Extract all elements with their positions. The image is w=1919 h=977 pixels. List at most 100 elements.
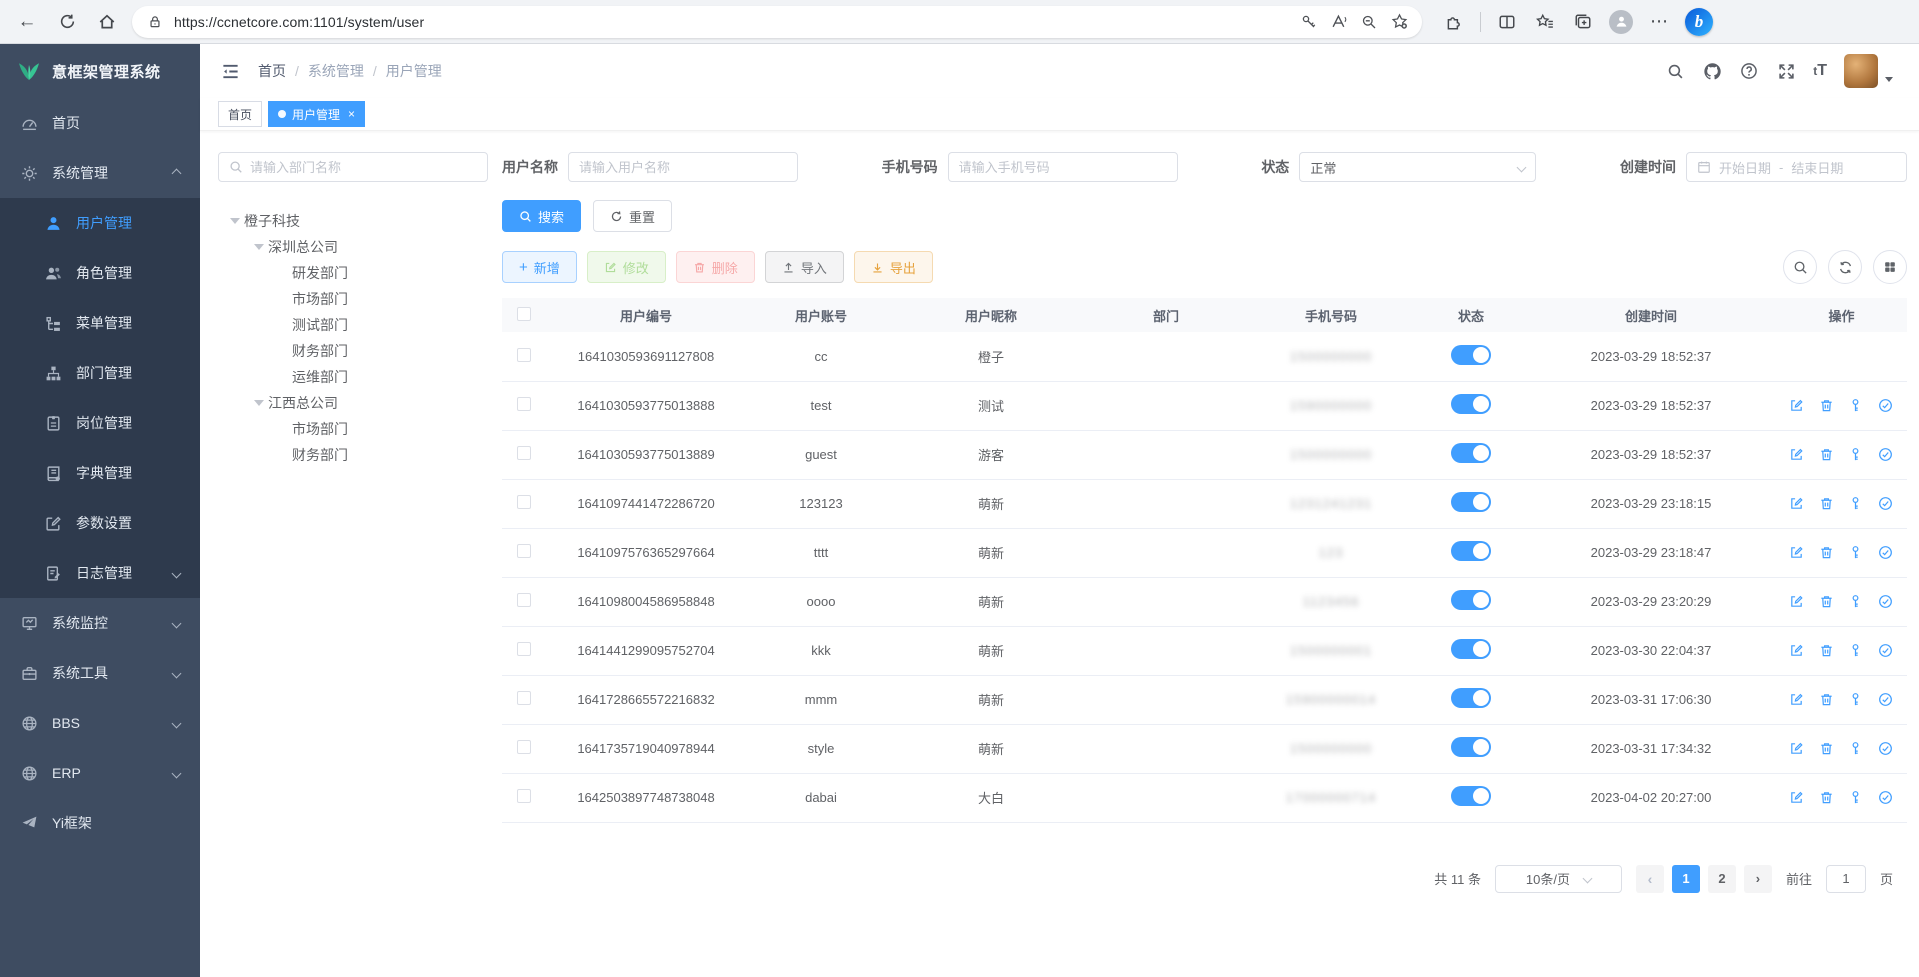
collections-icon[interactable] [1571, 10, 1595, 34]
reset-password-key-icon[interactable] [1848, 398, 1864, 414]
sidebar-item-system-monitor[interactable]: 系统监控 [0, 598, 200, 648]
reset-password-key-icon[interactable] [1848, 447, 1864, 463]
sidebar-item-log-management[interactable]: 日志管理 [0, 548, 200, 598]
split-screen-icon[interactable] [1495, 10, 1519, 34]
date-range-picker[interactable]: 开始日期 - 结束日期 [1686, 152, 1907, 182]
edit-icon[interactable] [1789, 692, 1805, 708]
status-toggle[interactable] [1451, 639, 1491, 659]
sidebar-item-system-management[interactable]: 系统管理 [0, 148, 200, 198]
sidebar-item-user-management[interactable]: 用户管理 [0, 198, 200, 248]
more-menu-icon[interactable]: ⋯ [1647, 10, 1671, 34]
delete-button[interactable]: 删除 [676, 251, 755, 283]
breadcrumb-home[interactable]: 首页 [258, 61, 286, 81]
sidebar-item-yi-framework[interactable]: Yi框架 [0, 798, 200, 848]
status-toggle[interactable] [1451, 786, 1491, 806]
reset-password-key-icon[interactable] [1848, 692, 1864, 708]
help-icon[interactable] [1739, 61, 1759, 81]
select-all-checkbox[interactable] [517, 307, 531, 321]
edit-icon[interactable] [1789, 643, 1805, 659]
zoom-out-icon[interactable] [1358, 11, 1380, 33]
sidebar-item-home[interactable]: 首页 [0, 98, 200, 148]
tree-expand-caret-icon[interactable] [250, 244, 268, 250]
reset-password-key-icon[interactable] [1848, 594, 1864, 610]
font-size-icon[interactable]: tT [1813, 62, 1827, 80]
row-checkbox[interactable] [517, 642, 531, 656]
show-search-button[interactable] [1783, 250, 1817, 284]
reset-password-key-icon[interactable] [1848, 496, 1864, 512]
row-checkbox[interactable] [517, 348, 531, 362]
reset-password-key-icon[interactable] [1848, 741, 1864, 757]
edit-icon[interactable] [1789, 545, 1805, 561]
assign-role-check-icon[interactable] [1878, 398, 1894, 414]
tree-node[interactable]: 江西总公司 [218, 390, 488, 416]
delete-icon[interactable] [1819, 594, 1835, 610]
tree-node[interactable]: 财务部门 [218, 442, 488, 468]
sidebar-item-department-management[interactable]: 部门管理 [0, 348, 200, 398]
tree-node[interactable]: 测试部门 [218, 312, 488, 338]
search-button[interactable]: 搜索 [502, 200, 581, 232]
assign-role-check-icon[interactable] [1878, 594, 1894, 610]
refresh-table-button[interactable] [1828, 250, 1862, 284]
site-lock-icon[interactable] [144, 11, 166, 33]
tree-node[interactable]: 深圳总公司 [218, 234, 488, 260]
tab-user-management[interactable]: 用户管理 × [268, 101, 365, 127]
edit-button[interactable]: 修改 [587, 251, 666, 283]
goto-page-input[interactable] [1826, 865, 1866, 893]
status-toggle[interactable] [1451, 394, 1491, 414]
sidebar-item-erp[interactable]: ERP [0, 748, 200, 798]
sidebar-item-post-management[interactable]: 岗位管理 [0, 398, 200, 448]
search-icon[interactable] [1665, 61, 1685, 81]
reset-password-key-icon[interactable] [1848, 545, 1864, 561]
delete-icon[interactable] [1819, 447, 1835, 463]
sidebar-item-bbs[interactable]: BBS [0, 698, 200, 748]
row-checkbox[interactable] [517, 495, 531, 509]
edit-icon[interactable] [1789, 790, 1805, 806]
delete-icon[interactable] [1819, 741, 1835, 757]
tab-close-icon[interactable]: × [348, 107, 355, 121]
page-button-2[interactable]: 2 [1708, 865, 1736, 893]
fullscreen-icon[interactable] [1776, 61, 1796, 81]
row-checkbox[interactable] [517, 789, 531, 803]
delete-icon[interactable] [1819, 790, 1835, 806]
avatar-caret-icon[interactable] [1885, 77, 1893, 82]
edit-icon[interactable] [1789, 594, 1805, 610]
sidebar-item-role-management[interactable]: 角色管理 [0, 248, 200, 298]
sidebar-item-system-tools[interactable]: 系统工具 [0, 648, 200, 698]
reset-password-key-icon[interactable] [1848, 790, 1864, 806]
row-checkbox[interactable] [517, 691, 531, 705]
favorite-star-icon[interactable] [1388, 11, 1410, 33]
tree-node[interactable]: 运维部门 [218, 364, 488, 390]
assign-role-check-icon[interactable] [1878, 692, 1894, 708]
row-checkbox[interactable] [517, 446, 531, 460]
tree-node[interactable]: 橙子科技 [218, 208, 488, 234]
row-checkbox[interactable] [517, 544, 531, 558]
page-button-1[interactable]: 1 [1672, 865, 1700, 893]
browser-profile-icon[interactable] [1609, 10, 1633, 34]
department-search-box[interactable] [218, 152, 488, 182]
tree-node[interactable]: 财务部门 [218, 338, 488, 364]
assign-role-check-icon[interactable] [1878, 545, 1894, 561]
extensions-icon[interactable] [1442, 10, 1466, 34]
edit-icon[interactable] [1789, 741, 1805, 757]
tree-node[interactable]: 研发部门 [218, 260, 488, 286]
favorites-bar-icon[interactable] [1533, 10, 1557, 34]
edit-icon[interactable] [1789, 447, 1805, 463]
status-toggle[interactable] [1451, 590, 1491, 610]
row-checkbox[interactable] [517, 593, 531, 607]
address-bar[interactable]: https://ccnetcore.com:1101/system/user [132, 6, 1422, 38]
status-toggle[interactable] [1451, 541, 1491, 561]
assign-role-check-icon[interactable] [1878, 643, 1894, 659]
delete-icon[interactable] [1819, 398, 1835, 414]
assign-role-check-icon[interactable] [1878, 790, 1894, 806]
password-key-icon[interactable] [1298, 11, 1320, 33]
status-toggle[interactable] [1451, 345, 1491, 365]
browser-back-button[interactable]: ← [12, 7, 42, 37]
github-icon[interactable] [1702, 61, 1722, 81]
page-size-select[interactable]: 10条/页 [1495, 865, 1622, 893]
next-page-button[interactable]: › [1744, 865, 1772, 893]
status-select[interactable]: 正常 [1299, 152, 1536, 182]
menu-fold-icon[interactable] [220, 61, 240, 81]
browser-refresh-button[interactable] [52, 7, 82, 37]
status-toggle[interactable] [1451, 688, 1491, 708]
breadcrumb-system[interactable]: 系统管理 [308, 61, 364, 81]
